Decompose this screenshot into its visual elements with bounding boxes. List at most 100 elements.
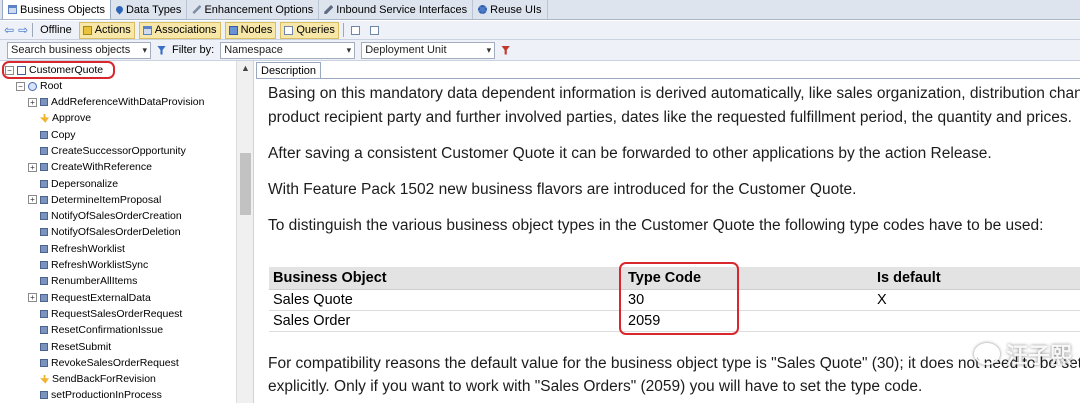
deployment-unit-select[interactable]: Deployment Unit ▾ [361, 41, 496, 59]
watermark-text: 汪子熙 [1005, 343, 1072, 368]
collapse-toggle[interactable]: − [16, 81, 25, 91]
tree-item-label: RequestSalesOrderRequest [51, 307, 183, 320]
operation-icon [40, 179, 48, 188]
reuse-ui-icon [478, 5, 488, 14]
tree-item[interactable]: CreateSuccessorOpportunity [28, 143, 186, 159]
expand-toggle[interactable]: + [28, 162, 37, 172]
tree-item-label: RequestExternalData [51, 291, 151, 304]
tree-item[interactable]: Approve [28, 110, 91, 126]
tree-item[interactable]: Depersonalize [28, 176, 118, 192]
tab-reuse-uis[interactable]: Reuse UIs [473, 0, 548, 19]
search-input-text: Search business objects [11, 44, 131, 56]
tree-item[interactable]: + AddReferenceWithDataProvision [28, 94, 205, 110]
tree-item-label: RenumberAllItems [51, 275, 138, 288]
tree-item[interactable]: Copy [28, 127, 76, 143]
toolbar: ⇦ ⇨ Offline Actions Associations Nodes Q… [0, 21, 1080, 40]
tree-item[interactable]: ResetSubmit [28, 339, 111, 355]
operation-icon [40, 391, 48, 400]
editor-tab-strip: Business Objects Data Types Enhancement … [0, 0, 1080, 20]
actions-toggle[interactable]: Actions [78, 21, 135, 39]
business-object-tree[interactable]: − CustomerQuote − Root + AddReferenceWith… [0, 61, 254, 403]
tab-inbound-service-interfaces[interactable]: Inbound Service Interfaces [319, 0, 474, 19]
tree-item-label: Copy [51, 128, 76, 141]
table-cell: Sales Order [269, 310, 624, 332]
nodes-label: Nodes [240, 24, 273, 36]
queries-label: Queries [296, 24, 335, 36]
associations-toggle[interactable]: Associations [138, 21, 221, 39]
operation-icon [40, 163, 48, 172]
sort-icon [369, 25, 379, 35]
tree-item[interactable]: NotifyOfSalesOrderDeletion [28, 224, 181, 240]
tab-data-types[interactable]: Data Types [111, 0, 188, 19]
tree-item-label: Depersonalize [51, 177, 119, 190]
tree-item[interactable]: + RequestExternalData [28, 290, 151, 306]
forward-arrow-icon[interactable]: ⇨ [18, 24, 28, 36]
tree-item[interactable]: RefreshWorklistSync [28, 257, 148, 273]
tab-label: Business Objects [20, 3, 105, 16]
tree-item[interactable]: RefreshWorklist [28, 241, 125, 257]
tree-item[interactable]: + CreateWithReference [28, 159, 152, 175]
tab-description[interactable]: Description [256, 62, 322, 79]
watermark: 汪子熙 [973, 338, 1072, 370]
collapse-all-button[interactable] [348, 22, 363, 39]
tab-enhancement-options[interactable]: Enhancement Options [187, 0, 320, 19]
tree-item-label: RefreshWorklist [51, 242, 125, 255]
tab-business-objects[interactable]: Business Objects [2, 0, 111, 19]
tree-item-label: ResetConfirmationIssue [51, 324, 164, 337]
description-text: product recipient party and further invo… [268, 109, 1072, 126]
expand-toggle[interactable]: + [28, 195, 37, 205]
wechat-logo-icon [973, 343, 1000, 365]
operation-icon [40, 212, 48, 221]
table-cell [873, 310, 1080, 332]
collapse-icon [350, 25, 360, 35]
tree-item-label: CreateWithReference [51, 161, 152, 174]
tree-node-root[interactable]: − Root [16, 78, 62, 94]
clear-filter-icon[interactable] [501, 45, 511, 55]
tree-item[interactable]: ResetConfirmationIssue [28, 322, 163, 338]
approve-icon [40, 113, 49, 123]
tree-item[interactable]: RenumberAllItems [28, 273, 137, 289]
actions-label: Actions [94, 24, 131, 36]
table-cell: Sales Quote [269, 289, 624, 311]
back-arrow-icon[interactable]: ⇦ [4, 24, 14, 36]
operation-icon [40, 342, 48, 351]
namespace-select[interactable]: Namespace ▾ [220, 41, 356, 59]
tab-underline [256, 78, 1080, 79]
tree-item[interactable]: RevokeSalesOrderRequest [28, 355, 179, 371]
tree-item[interactable]: NotifyOfSalesOrderCreation [28, 208, 182, 224]
scroll-up-icon[interactable]: ▲ [241, 63, 250, 73]
tree-item[interactable]: SendBackForRevision [28, 371, 156, 387]
chevron-down-icon: ▾ [346, 44, 352, 55]
operation-icon [40, 277, 48, 286]
operation-icon [40, 358, 48, 367]
scrollbar-thumb[interactable] [240, 153, 251, 215]
expand-toggle[interactable]: + [28, 97, 37, 107]
operation-icon [40, 195, 48, 204]
toolbar-separator [32, 23, 34, 37]
search-input[interactable]: Search business objects ▾ [7, 41, 151, 59]
filter-icon [157, 45, 166, 55]
tree-item[interactable]: RequestSalesOrderRequest [28, 306, 182, 322]
tree-item-label: DetermineItemProposal [51, 193, 162, 206]
column-header: Is default [873, 267, 1080, 290]
queries-icon [284, 25, 294, 35]
queries-toggle[interactable]: Queries [280, 21, 339, 39]
actions-icon [82, 25, 92, 35]
toolbar-separator [342, 23, 344, 37]
offline-button[interactable]: Offline [37, 22, 75, 39]
approve-icon [40, 374, 49, 384]
chevron-down-icon[interactable]: ▾ [142, 45, 147, 56]
expand-toggle[interactable]: + [28, 293, 37, 303]
tree-item[interactable]: setProductionInProcess [28, 387, 162, 403]
tab-label: Inbound Service Interfaces [336, 3, 468, 16]
tree-item-label: NotifyOfSalesOrderCreation [51, 210, 182, 223]
tab-label: Enhancement Options [204, 3, 314, 16]
highlight-annotation [2, 61, 115, 79]
tree-scrollbar[interactable]: ▲ [236, 61, 253, 403]
tree-item[interactable]: + DetermineItemProposal [28, 192, 161, 208]
nodes-toggle[interactable]: Nodes [224, 21, 277, 39]
operation-icon [40, 326, 48, 335]
column-header: Business Object [269, 267, 624, 290]
sort-button[interactable] [367, 22, 382, 39]
associations-label: Associations [154, 24, 217, 36]
